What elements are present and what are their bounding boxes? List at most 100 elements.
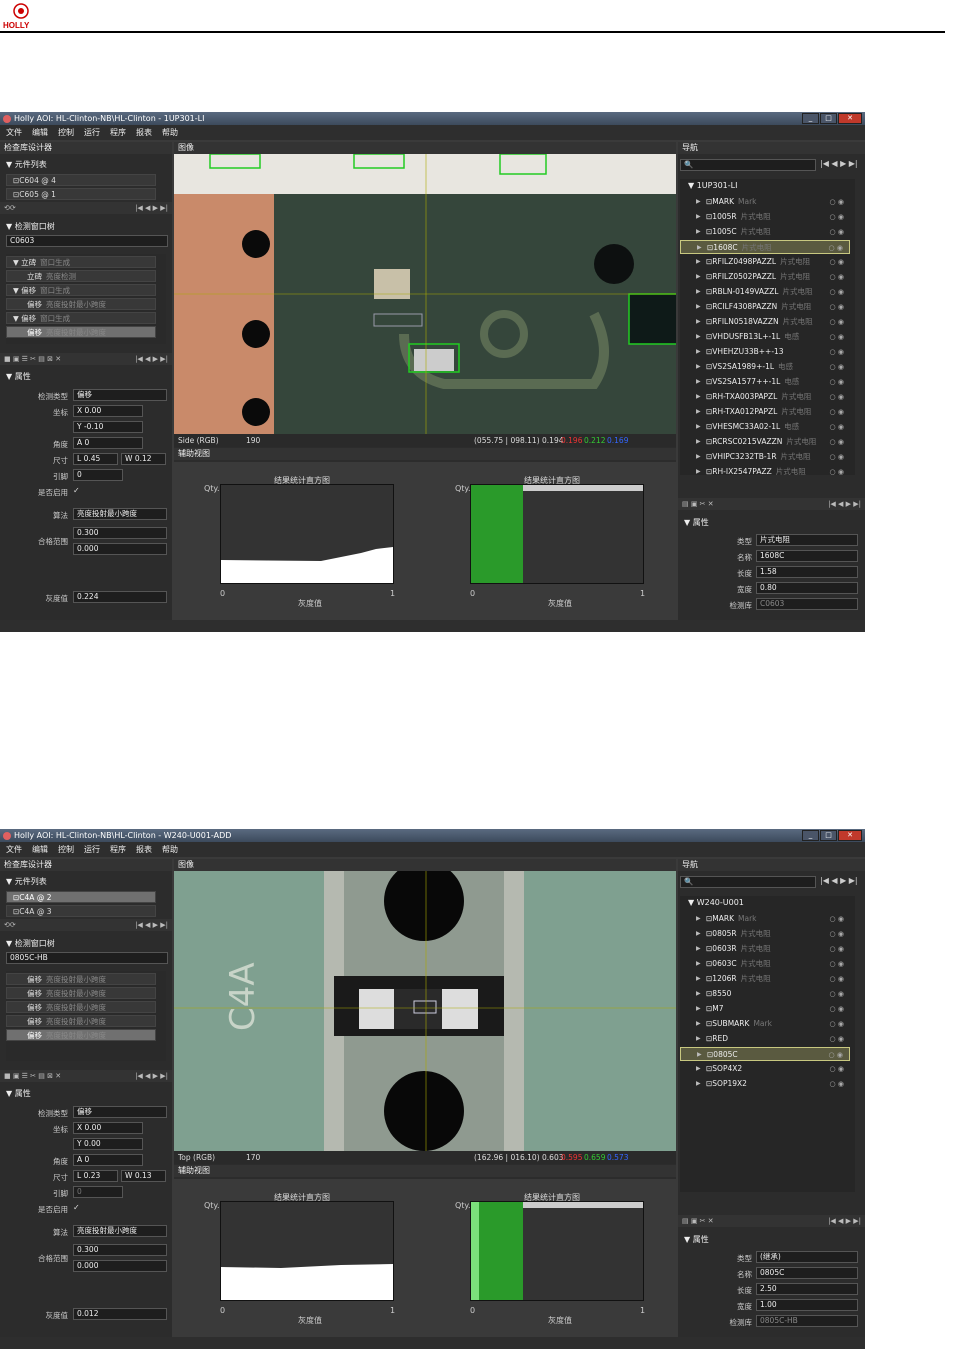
- view-select[interactable]: Top (RGB): [178, 1151, 215, 1164]
- component-toolbar[interactable]: ⟲⟳ |◀ ◀ ▶ ▶|: [0, 919, 172, 931]
- visibility-icon[interactable]: ○ ◉: [830, 390, 844, 404]
- close-button[interactable]: ✕: [838, 113, 862, 124]
- visibility-icon[interactable]: ○ ◉: [830, 405, 844, 419]
- nav-item[interactable]: ▶ ⊡SOP4X2 ○ ◉: [680, 1062, 850, 1076]
- visibility-icon[interactable]: ○ ◉: [830, 1062, 844, 1076]
- nav-toolbar[interactable]: ▤ ▣ ✂ ✕ |◀ ◀ ▶ ▶|: [678, 1215, 865, 1227]
- pcb-image[interactable]: C4A: [174, 871, 676, 1151]
- length-field[interactable]: L 0.23: [73, 1170, 118, 1182]
- nav-item[interactable]: ▶ ⊡VS2SA1989+-1L 电感 ○ ◉: [680, 360, 850, 374]
- minimize-button[interactable]: _: [802, 830, 819, 841]
- expand-icon[interactable]: ▶: [696, 315, 701, 329]
- length-value[interactable]: 2.50: [756, 1283, 858, 1295]
- nav-root[interactable]: ▼ 1UP301-LI: [688, 181, 737, 190]
- nav-item[interactable]: ▶ ⊡RFILN0518VAZZN 片式电阻 ○ ◉: [680, 315, 850, 329]
- visibility-icon[interactable]: ○ ◉: [830, 1017, 844, 1031]
- expand-icon[interactable]: ▶: [696, 957, 701, 971]
- nav-item[interactable]: ▶ ⊡M7 ○ ◉: [680, 1002, 850, 1016]
- nav-item[interactable]: ▶ ⊡RED ○ ◉: [680, 1032, 850, 1046]
- expand-icon[interactable]: ▶: [696, 270, 701, 284]
- maximize-button[interactable]: □: [820, 830, 837, 841]
- x-field[interactable]: X 0.00: [73, 1122, 143, 1134]
- visibility-icon[interactable]: ○ ◉: [830, 375, 844, 389]
- nav-item[interactable]: ▶ ⊡0805R 片式电阻 ○ ◉: [680, 927, 850, 941]
- menu-file[interactable]: 文件: [6, 842, 22, 857]
- close-button[interactable]: ✕: [838, 830, 862, 841]
- visibility-icon[interactable]: ○ ◉: [830, 345, 844, 359]
- expand-icon[interactable]: ▶: [697, 241, 702, 255]
- component-list-header[interactable]: ▼ 元件列表: [0, 876, 47, 888]
- view-value[interactable]: 190: [246, 434, 260, 447]
- lead-field[interactable]: 0: [73, 1186, 123, 1198]
- expand-icon[interactable]: ▶: [696, 912, 701, 926]
- menu-run[interactable]: 运行: [84, 125, 100, 140]
- maximize-button[interactable]: □: [820, 113, 837, 124]
- properties-header[interactable]: ▼ 属性: [0, 1088, 31, 1100]
- menu-program[interactable]: 程序: [110, 125, 126, 140]
- nav-item[interactable]: ▶ ⊡0603C 片式电阻 ○ ◉: [680, 957, 850, 971]
- visibility-icon[interactable]: ○ ◉: [830, 330, 844, 344]
- visibility-icon[interactable]: ○ ◉: [830, 435, 844, 449]
- expand-icon[interactable]: ▶: [696, 1017, 701, 1031]
- window-tree-header[interactable]: ▼ 检测窗口树: [0, 221, 55, 233]
- visibility-icon[interactable]: ○ ◉: [830, 285, 844, 299]
- nav-item[interactable]: ▶ ⊡VHEHZU33B++-13 ○ ◉: [680, 345, 850, 359]
- x-field[interactable]: X 0.00: [73, 405, 143, 417]
- part-field[interactable]: 0805C-HB: [6, 952, 168, 964]
- menu-edit[interactable]: 编辑: [32, 842, 48, 857]
- wid-value[interactable]: 1.00: [756, 1299, 858, 1311]
- expand-icon[interactable]: ▶: [696, 972, 701, 986]
- expand-icon[interactable]: ▶: [696, 1077, 701, 1091]
- tree-item[interactable]: 偏移 亮度投射最小跨度: [6, 1015, 156, 1027]
- nav-item[interactable]: ▶ ⊡RFILZ0502PAZZL 片式电阻 ○ ◉: [680, 270, 850, 284]
- view-value[interactable]: 170: [246, 1151, 260, 1164]
- expand-icon[interactable]: ▶: [696, 435, 701, 449]
- window-tree-header[interactable]: ▼ 检测窗口树: [0, 938, 55, 950]
- expand-icon[interactable]: ▶: [696, 285, 701, 299]
- algorithm-select[interactable]: 亮度投射最小跨度: [73, 1225, 167, 1237]
- expand-icon[interactable]: ▶: [696, 1002, 701, 1016]
- component-toolbar[interactable]: ⟲⟳ |◀ ◀ ▶ ▶|: [0, 202, 172, 214]
- visibility-icon[interactable]: ○ ◉: [830, 210, 844, 224]
- nav-item[interactable]: ▶ ⊡0603R 片式电阻 ○ ◉: [680, 942, 850, 956]
- expand-icon[interactable]: ▶: [696, 255, 701, 269]
- range-high-field[interactable]: 0.300: [73, 527, 167, 539]
- tree-item[interactable]: 偏移 亮度投射最小跨度: [6, 298, 156, 310]
- type-select[interactable]: 片式电阻: [756, 534, 858, 546]
- visibility-icon[interactable]: ○ ◉: [830, 450, 844, 464]
- minimize-button[interactable]: _: [802, 113, 819, 124]
- width-field[interactable]: W 0.13: [121, 1170, 166, 1182]
- visibility-icon[interactable]: ○ ◉: [830, 315, 844, 329]
- y-field[interactable]: Y 0.00: [73, 1138, 143, 1150]
- gray-field[interactable]: 0.012: [73, 1308, 167, 1320]
- visibility-icon[interactable]: ○ ◉: [830, 360, 844, 374]
- nav-item[interactable]: ▶ ⊡VS2SA1577++-1L 电感 ○ ◉: [680, 375, 850, 389]
- nav-item[interactable]: ▶ ⊡VHIPC3232TB-1R 片式电阻 ○ ◉: [680, 450, 850, 464]
- expand-icon[interactable]: ▶: [696, 360, 701, 374]
- visibility-icon[interactable]: ○ ◉: [829, 1048, 843, 1062]
- menu-control[interactable]: 控制: [58, 125, 74, 140]
- expand-icon[interactable]: ▶: [696, 225, 701, 239]
- nav-root[interactable]: ▼ W240-U001: [688, 898, 744, 907]
- nav-item[interactable]: ▶ ⊡SOP19X2 ○ ◉: [680, 1077, 850, 1091]
- component-row[interactable]: ⊡C604 @ 4: [6, 174, 156, 186]
- expand-icon[interactable]: ▶: [696, 405, 701, 419]
- expand-icon[interactable]: ▶: [696, 210, 701, 224]
- y-field[interactable]: Y -0.10: [73, 421, 143, 433]
- component-row[interactable]: ⊡C4A @ 2: [6, 891, 156, 903]
- nav-search-input[interactable]: 🔍: [680, 876, 816, 888]
- nav-item[interactable]: ▶ ⊡RH-TXA012PAPZL 片式电阻 ○ ◉: [680, 405, 850, 419]
- expand-icon[interactable]: ▶: [696, 330, 701, 344]
- algorithm-select[interactable]: 亮度投射最小跨度: [73, 508, 167, 520]
- nav-item[interactable]: ▶ ⊡1608C 片式电阻 ○ ◉: [680, 240, 850, 254]
- component-row[interactable]: ⊡C4A @ 3: [6, 905, 156, 917]
- tree-item[interactable]: ▼ 偏移 窗口生成: [6, 284, 156, 296]
- visibility-icon[interactable]: ○ ◉: [829, 241, 843, 255]
- menu-report[interactable]: 报表: [136, 842, 152, 857]
- range-low-field[interactable]: 0.000: [73, 543, 167, 555]
- nav-item[interactable]: ▶ ⊡RBLN-0149VAZZL 片式电阻 ○ ◉: [680, 285, 850, 299]
- visibility-icon[interactable]: ○ ◉: [830, 1002, 844, 1016]
- angle-field[interactable]: A 0: [73, 437, 143, 449]
- tree-item[interactable]: 立碑 亮度检测: [6, 270, 156, 282]
- menu-help[interactable]: 帮助: [162, 125, 178, 140]
